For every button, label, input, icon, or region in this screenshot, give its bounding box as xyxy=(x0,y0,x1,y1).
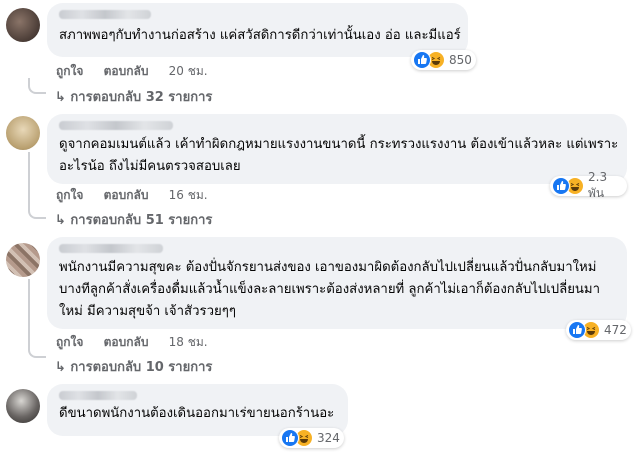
comment-bubble: ดูจากคอมเมนต์แล้ว เค้าทำผิดกฎหมายแรงงานข… xyxy=(47,114,627,200)
reply-button[interactable]: ตอบกลับ xyxy=(104,335,149,349)
comment-bubble: ดีขนาดพนักงานต้องเดินออกมาเร่ขายนอกร้านอ… xyxy=(47,384,348,448)
avatar[interactable] xyxy=(6,116,40,150)
comment-bubble: สภาพพอๆกับทำงานก่อสร้าง แค่สวัสดิการดีกว… xyxy=(47,3,476,70)
author-name-blurred[interactable] xyxy=(59,391,137,400)
author-name-blurred[interactable] xyxy=(59,244,163,253)
like-button[interactable]: ถูกใจ xyxy=(56,335,83,349)
like-icon xyxy=(281,429,299,447)
reaction-summary[interactable]: 2.3 พัน xyxy=(550,170,627,200)
comment-text: ดูจากคอมเมนต์แล้ว เค้าทำผิดกฎหมายแรงงานข… xyxy=(59,137,619,174)
like-button[interactable]: ถูกใจ xyxy=(56,188,83,202)
like-icon xyxy=(413,51,431,69)
view-replies-link[interactable]: ↳ การตอบกลับ 51 รายการ xyxy=(55,209,212,230)
comment-actions: ถูกใจ ตอบกลับ 20 ชม. xyxy=(56,62,224,81)
reply-button[interactable]: ตอบกลับ xyxy=(104,188,149,202)
timestamp[interactable]: 16 ชม. xyxy=(169,188,208,202)
reaction-count: 850 xyxy=(449,53,472,67)
reaction-count: 472 xyxy=(604,323,627,337)
comment-text: สภาพพอๆกับทำงานก่อสร้าง แค่สวัสดิการดีกว… xyxy=(59,28,461,43)
like-icon xyxy=(552,177,570,195)
comment-actions: ถูกใจ ตอบกลับ 18 ชม. xyxy=(56,333,224,352)
author-name-blurred[interactable] xyxy=(59,121,173,130)
timestamp[interactable]: 20 ชม. xyxy=(169,64,208,78)
like-icon xyxy=(568,321,586,339)
reply-button[interactable]: ตอบกลับ xyxy=(104,64,149,78)
view-replies-link[interactable]: ↳ การตอบกลับ 10 รายการ xyxy=(55,356,212,377)
comment-text: ดีขนาดพนักงานต้องเดินออกมาเร่ขายนอกร้านอ… xyxy=(59,406,335,421)
view-replies-link[interactable]: ↳ การตอบกลับ 32 รายการ xyxy=(55,86,212,107)
timestamp[interactable]: 18 ชม. xyxy=(169,335,208,349)
avatar[interactable] xyxy=(6,8,40,42)
reaction-summary[interactable]: 850 xyxy=(411,50,476,70)
author-name-blurred[interactable] xyxy=(59,10,151,19)
comment-text: พนักงานมีความสุขคะ ต้องปั่นจักรยานส่งของ… xyxy=(59,260,601,319)
like-button[interactable]: ถูกใจ xyxy=(56,64,83,78)
avatar[interactable] xyxy=(6,243,40,277)
reply-arrow-icon: ↳ xyxy=(55,360,71,375)
thread-line xyxy=(28,78,46,94)
comment-actions: ถูกใจ ตอบกลับ 16 ชม. xyxy=(56,186,224,205)
comment-bubble: พนักงานมีความสุขคะ ต้องปั่นจักรยานส่งของ… xyxy=(47,237,631,340)
reply-arrow-icon: ↳ xyxy=(55,213,71,228)
reaction-count: 2.3 พัน xyxy=(588,169,608,200)
thread-line xyxy=(28,152,46,219)
avatar[interactable] xyxy=(6,389,40,423)
reaction-summary[interactable]: 472 xyxy=(566,320,631,340)
reaction-count: 324 xyxy=(317,431,340,445)
reaction-summary[interactable]: 324 xyxy=(279,428,344,448)
thread-line xyxy=(28,279,46,358)
reply-arrow-icon: ↳ xyxy=(55,90,71,105)
